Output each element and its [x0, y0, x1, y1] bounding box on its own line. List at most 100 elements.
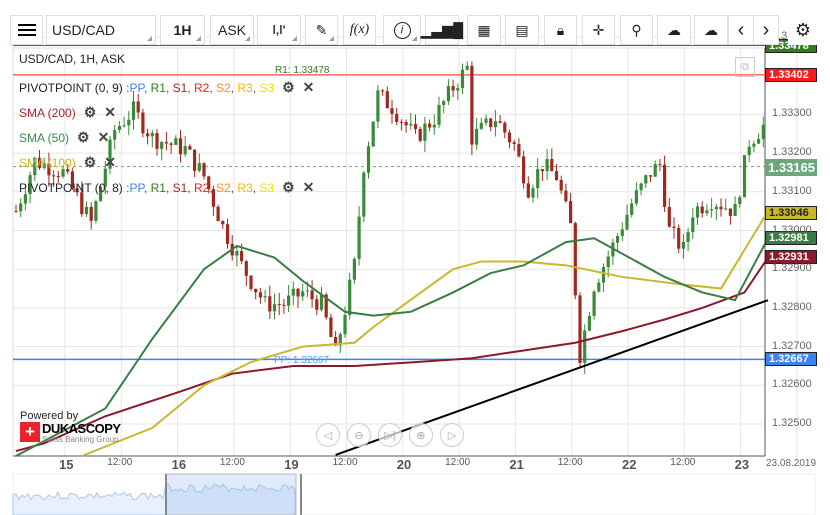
candle-body: [733, 204, 737, 216]
close-icon[interactable]: ✕: [98, 129, 110, 146]
maximize-button[interactable]: ⧉: [735, 57, 755, 77]
candle-body: [742, 155, 747, 198]
pivot-level-r1: R1: [150, 80, 166, 95]
candle-body: [164, 142, 168, 144]
close-icon[interactable]: ✕: [303, 79, 315, 96]
candle-body: [310, 290, 314, 300]
symbol-select[interactable]: USD/CAD: [46, 15, 156, 45]
period-select[interactable]: 1H: [160, 15, 205, 45]
crosshair-button[interactable]: ✛: [582, 15, 615, 45]
lock-button[interactable]: 🔒︎: [544, 15, 577, 45]
y-tick-label: 1.32500: [772, 417, 812, 429]
x-tick-label: 22: [622, 457, 637, 472]
price-tag-sma100: 1.33046: [765, 205, 817, 220]
candle-body: [390, 108, 394, 114]
close-icon[interactable]: ✕: [104, 104, 116, 121]
candle-body: [178, 138, 183, 155]
candle-body: [376, 90, 380, 122]
x-tick-label: 20: [396, 457, 412, 472]
candle-body: [714, 206, 718, 210]
upload-button[interactable]: ☁: [657, 15, 691, 45]
y-tick-label: 1.33300: [772, 107, 812, 120]
candle-body: [578, 295, 582, 363]
magnifier-icon: ⚲: [631, 21, 642, 38]
candle-body: [113, 129, 117, 140]
calendar-button[interactable]: ▦: [467, 15, 501, 45]
candle-body: [254, 288, 258, 293]
x-tick-label: 12:00: [332, 457, 358, 468]
candle-body: [301, 291, 305, 297]
settings-button[interactable]: ⚙: [788, 15, 818, 45]
candle-body: [597, 282, 601, 292]
gear-icon[interactable]: ⚙: [282, 79, 295, 96]
close-icon[interactable]: ✕: [104, 154, 116, 171]
gear-icon[interactable]: ⚙: [77, 129, 90, 146]
gear-icon[interactable]: ⚙: [84, 104, 97, 121]
gear-icon[interactable]: ⚙: [84, 154, 97, 171]
price-tag-red: 1.33402: [765, 67, 817, 82]
candle-body: [381, 90, 385, 92]
candle-body: [728, 208, 732, 216]
scroll-left-button[interactable]: ‹: [728, 15, 754, 45]
candle-body: [225, 224, 230, 244]
candle-body: [362, 172, 366, 217]
candle-body: [183, 146, 187, 155]
chart-type-select[interactable]: ǀ‚ǀ': [257, 15, 301, 45]
legend-sma200: SMA (200) ⚙ ✕: [19, 104, 116, 121]
nav-latest-button[interactable]: ▷|: [378, 423, 402, 447]
close-icon[interactable]: ✕: [303, 179, 315, 196]
x-tick-label: 12:00: [670, 457, 696, 468]
candle-body: [258, 292, 262, 298]
y-tick-label: 1.33000: [772, 223, 812, 236]
nav-zoom-in-button[interactable]: ⊕: [409, 423, 433, 447]
pivot-level-s3: S3: [259, 80, 275, 95]
price-tag-pp: 1.32667: [765, 352, 817, 367]
candle-body: [489, 118, 493, 128]
candle-body: [56, 175, 60, 177]
nav-zoom-out-button[interactable]: ⊖: [347, 423, 371, 447]
download-button[interactable]: ☁: [694, 15, 728, 45]
candle-body: [19, 203, 23, 212]
candle-body: [413, 123, 418, 129]
draw-tool-select[interactable]: ✎: [305, 15, 338, 45]
candle-body: [94, 201, 98, 221]
candle-body: [169, 143, 173, 145]
swiss-cross-logo: +: [20, 422, 40, 442]
chevron-right-icon: ›: [762, 18, 770, 41]
branding: Powered by + DUKASCOPY Swiss Banking Gro…: [20, 410, 121, 444]
plot-area: [12, 47, 766, 457]
report-button[interactable]: ▤: [505, 15, 539, 45]
volume-button[interactable]: ▁▃▆█: [421, 15, 463, 45]
indicators-button[interactable]: f(x): [343, 15, 376, 45]
candle-body: [423, 123, 427, 141]
candle-body: [719, 206, 723, 210]
candle-body: [442, 101, 446, 105]
gear-icon[interactable]: ⚙: [282, 179, 295, 196]
calendar-icon: ▦: [477, 21, 491, 38]
candle-body: [296, 288, 300, 297]
side-select[interactable]: ASK: [210, 15, 254, 45]
nav-back-button[interactable]: ◁: [316, 423, 340, 447]
candle-body: [84, 206, 89, 215]
candle-body: [653, 164, 657, 177]
candle-body: [625, 214, 629, 230]
pivot-level-pp: PP: [129, 180, 144, 195]
info-button[interactable]: i: [383, 15, 421, 45]
candle-body: [569, 201, 573, 224]
nav-forward-button[interactable]: ▷: [440, 423, 464, 447]
x-tick-label: 12:00: [557, 457, 583, 468]
candle-body: [174, 138, 178, 145]
hamburger-icon: [17, 24, 36, 36]
candle-body: [705, 210, 709, 214]
candle-body: [291, 288, 295, 296]
zoom-button[interactable]: ⚲: [620, 15, 653, 45]
scroll-right-button[interactable]: ›: [753, 15, 779, 45]
cloud-upload-icon: ☁: [667, 21, 681, 38]
candle-body: [404, 122, 408, 126]
candle-body: [141, 112, 145, 134]
candle-body: [315, 299, 319, 310]
menu-button[interactable]: [10, 15, 43, 45]
candle-body: [136, 101, 140, 113]
legend-pivot-8: PIVOTPOINT (0, 8) : PP, R1, S1, R2, S2, …: [19, 179, 315, 196]
candle-body: [587, 315, 591, 331]
